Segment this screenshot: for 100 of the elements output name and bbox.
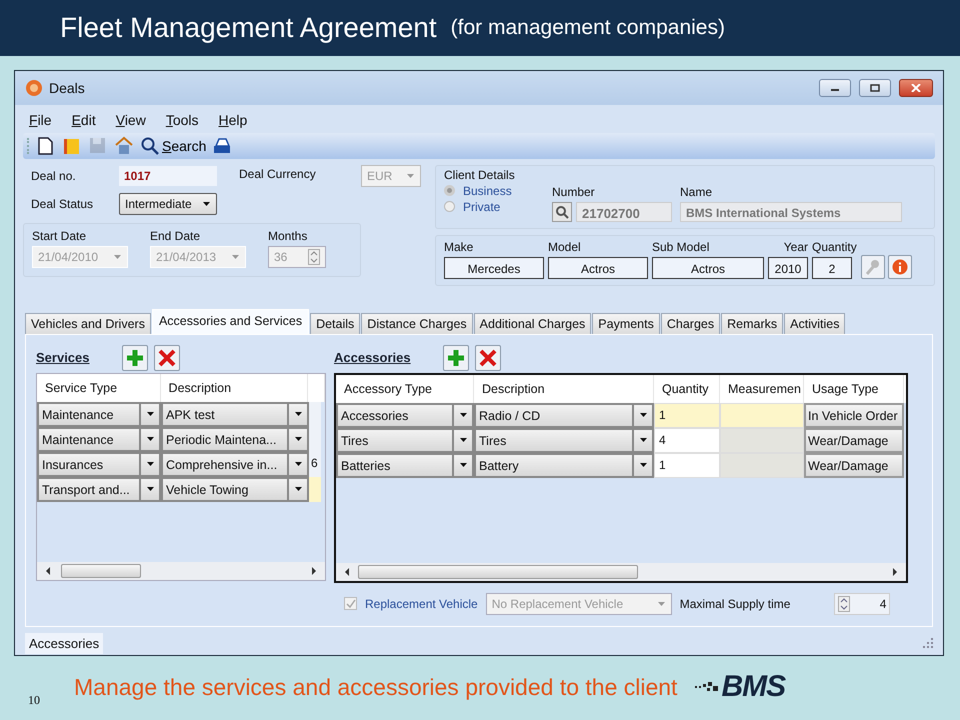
input-field[interactable]: 2010 bbox=[768, 256, 808, 279]
caret-icon bbox=[231, 254, 240, 260]
key-button[interactable] bbox=[860, 254, 885, 279]
tab[interactable]: Activities bbox=[784, 312, 846, 334]
search-icon bbox=[140, 136, 160, 156]
table-cell[interactable] bbox=[720, 452, 804, 478]
table-cell[interactable]: 4 bbox=[654, 428, 720, 453]
status-text: Accessories bbox=[25, 632, 104, 654]
dropdown-cell[interactable]: Tires bbox=[474, 428, 654, 453]
minimize-button[interactable] bbox=[819, 78, 851, 97]
dropdown-cell[interactable]: Transport and... bbox=[37, 476, 161, 502]
page-number: 10 bbox=[28, 692, 41, 708]
house-button[interactable] bbox=[113, 136, 135, 156]
dropdown-cell[interactable]: Accessories bbox=[336, 402, 474, 428]
maximize-button[interactable] bbox=[859, 78, 891, 97]
field-label: Deal Currency bbox=[239, 166, 317, 181]
table-cell[interactable]: Wear/Damage bbox=[804, 428, 904, 453]
tab[interactable]: Charges bbox=[660, 312, 720, 334]
dropdown-cell[interactable]: Comprehensive in... bbox=[161, 452, 309, 477]
caret-icon bbox=[146, 486, 154, 492]
add-button[interactable] bbox=[122, 344, 148, 371]
info-button[interactable] bbox=[888, 254, 912, 279]
tab[interactable]: Remarks bbox=[721, 312, 784, 334]
caret-icon bbox=[146, 461, 154, 468]
plus-icon bbox=[124, 348, 144, 368]
menu-item[interactable]: View bbox=[116, 112, 146, 128]
resize-grip-icon bbox=[923, 638, 933, 648]
table-cell[interactable]: 1 bbox=[654, 452, 720, 478]
input-field[interactable]: Actros bbox=[548, 256, 648, 279]
table-cell[interactable]: 1 bbox=[654, 402, 720, 428]
dropdown-cell[interactable]: Maintenance bbox=[37, 402, 161, 427]
scroll-left-icon bbox=[45, 566, 51, 575]
caret-icon bbox=[146, 411, 154, 418]
input-field[interactable]: BMS International Systems bbox=[680, 202, 902, 222]
window-title: Deals bbox=[49, 80, 85, 96]
dropdown-cell[interactable]: APK test bbox=[161, 402, 309, 427]
slide-caption: Manage the services and accessories provided to the client bbox=[74, 674, 678, 700]
tab[interactable]: Details bbox=[310, 312, 360, 334]
caret-icon bbox=[202, 200, 211, 207]
tab[interactable]: Distance Charges bbox=[361, 312, 473, 334]
dropdown[interactable]: Intermediate bbox=[119, 192, 217, 215]
dropdown-cell[interactable]: Battery bbox=[474, 452, 654, 478]
caret-icon bbox=[458, 462, 468, 468]
dropdown-cell[interactable]: Vehicle Towing bbox=[161, 476, 309, 502]
field-label: Name bbox=[680, 184, 714, 199]
input-field[interactable]: Actros bbox=[652, 256, 764, 279]
close-button[interactable] bbox=[899, 78, 933, 97]
tab[interactable]: Payments bbox=[592, 312, 660, 334]
delete-button[interactable] bbox=[154, 344, 180, 371]
dotted-squares-icon bbox=[695, 680, 720, 694]
input-field[interactable]: Mercedes bbox=[444, 256, 544, 279]
radio-option[interactable]: Private bbox=[444, 200, 544, 214]
caret-icon bbox=[294, 461, 302, 468]
menu-item[interactable]: Help bbox=[218, 112, 248, 128]
column-label: Year bbox=[782, 240, 808, 254]
dropdown-cell[interactable]: Periodic Maintena... bbox=[161, 426, 309, 452]
field-label: End Date bbox=[150, 228, 202, 243]
menu-item[interactable]: Tools bbox=[166, 112, 199, 128]
horizontal-scrollbar[interactable] bbox=[37, 562, 325, 580]
slide-subtitle: (for management companies) bbox=[450, 16, 725, 40]
caret-icon bbox=[458, 412, 468, 418]
tab[interactable]: Additional Charges bbox=[474, 312, 592, 334]
table-cell[interactable] bbox=[720, 428, 804, 453]
tab[interactable]: Accessories and Services bbox=[152, 308, 310, 334]
radio-option[interactable]: Business bbox=[444, 184, 544, 198]
close-icon bbox=[156, 348, 176, 368]
caret-icon bbox=[656, 600, 666, 607]
dropdown-cell[interactable]: Insurances bbox=[37, 452, 161, 477]
caret-icon bbox=[638, 412, 648, 418]
check-icon bbox=[346, 598, 356, 609]
plus-icon bbox=[446, 348, 466, 368]
table-cell[interactable]: In Vehicle Order bbox=[804, 402, 904, 428]
field-label: Maximal Supply time bbox=[680, 596, 790, 611]
delete-button[interactable] bbox=[474, 344, 501, 371]
field-label: Number bbox=[552, 184, 596, 199]
horizontal-scrollbar[interactable] bbox=[336, 562, 906, 581]
table-cell[interactable]: Wear/Damage bbox=[804, 452, 904, 478]
close-icon bbox=[478, 348, 498, 368]
dropdown-cell[interactable]: Tires bbox=[336, 428, 474, 453]
search-button[interactable]: Search bbox=[139, 136, 208, 156]
dropdown-cell[interactable]: Batteries bbox=[336, 452, 474, 478]
table-cell[interactable] bbox=[720, 402, 804, 428]
dropdown-cell[interactable]: Maintenance bbox=[37, 426, 161, 452]
lookup-button[interactable] bbox=[552, 202, 572, 222]
scroll-right-icon bbox=[311, 566, 317, 575]
column-label: Sub Model bbox=[652, 240, 710, 254]
spin-field[interactable]: 4 bbox=[834, 592, 890, 615]
checkbox[interactable] bbox=[344, 597, 357, 610]
input-field[interactable]: 2 bbox=[812, 256, 852, 279]
tab[interactable]: Vehicles and Drivers bbox=[25, 312, 151, 334]
menu-item[interactable]: Edit bbox=[72, 112, 96, 128]
caret-icon bbox=[294, 486, 302, 492]
caret-icon bbox=[458, 437, 468, 444]
dropdown-cell[interactable]: Radio / CD bbox=[474, 402, 654, 428]
input-field[interactable]: 21702700 bbox=[576, 202, 672, 222]
field-label: Start Date bbox=[32, 228, 88, 243]
add-button[interactable] bbox=[442, 344, 469, 371]
menu-item[interactable]: File bbox=[29, 112, 52, 128]
input-field[interactable]: 1017 bbox=[119, 166, 217, 186]
spinner-arrows-icon bbox=[838, 596, 850, 612]
